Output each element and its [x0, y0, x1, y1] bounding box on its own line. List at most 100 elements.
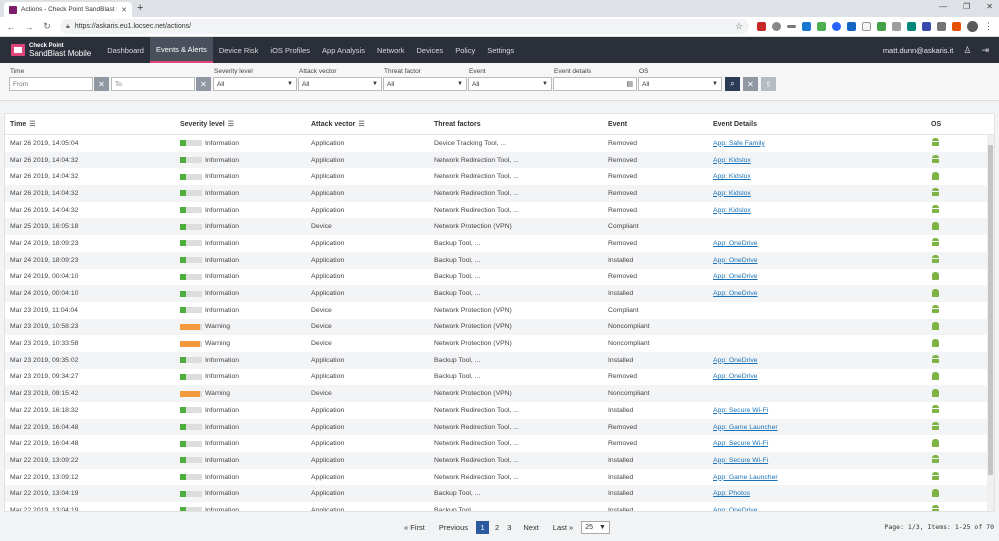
table-row[interactable]: Mar 24 2019, 00:04:10 Information Applicat…: [5, 285, 994, 302]
table-row[interactable]: Mar 26 2019, 14:04:32 Information Applicat…: [5, 168, 994, 186]
event-details-link[interactable]: App: OneDrive: [713, 240, 758, 247]
extension-icon[interactable]: [892, 22, 901, 31]
minimize-icon[interactable]: —: [939, 2, 947, 11]
event-details-link[interactable]: App: OneDrive: [713, 373, 758, 380]
nav-devices[interactable]: Devices: [411, 37, 450, 63]
reload-icon[interactable]: ↻: [42, 21, 52, 32]
nav-ios-profiles[interactable]: iOS Profiles: [264, 37, 316, 63]
last-page-link[interactable]: Last »: [549, 523, 577, 532]
extension-icon[interactable]: [907, 22, 916, 31]
table-row[interactable]: Mar 24 2019, 18:09:23 Information Applicat…: [5, 235, 994, 252]
event-details-link[interactable]: App: OneDrive: [713, 257, 758, 264]
table-row[interactable]: Mar 22 2019, 16:04:48 Information Applicat…: [5, 435, 994, 453]
table-row[interactable]: Mar 23 2019, 09:35:02 Information Applicat…: [5, 351, 994, 369]
nav-app-analysis[interactable]: App Analysis: [316, 37, 371, 63]
user-email[interactable]: matt.dunn@askaris.it: [883, 46, 954, 55]
table-row[interactable]: Mar 22 2019, 16:04:48 Information Applicat…: [5, 418, 994, 436]
sort-icon[interactable]: ☰: [29, 120, 35, 128]
close-window-icon[interactable]: ✕: [986, 2, 993, 11]
sort-icon[interactable]: ☰: [228, 120, 234, 128]
event-details-link[interactable]: App: Secure Wi-Fi: [713, 457, 768, 464]
next-page-link[interactable]: Next: [519, 523, 542, 532]
extension-icon[interactable]: [757, 22, 766, 31]
from-date-input[interactable]: [9, 77, 93, 91]
column-header-severity[interactable]: Severity level ☰: [180, 120, 311, 129]
previous-page-link[interactable]: Previous: [435, 523, 472, 532]
extension-icon[interactable]: [772, 22, 781, 31]
event-details-link[interactable]: App: Safe Family: [713, 140, 765, 147]
browser-tab[interactable]: Actions - Check Point SandBlast M ✕: [4, 2, 132, 17]
extension-icon[interactable]: [817, 22, 826, 31]
nav-events-alerts[interactable]: Events & Alerts: [149, 37, 213, 63]
table-row[interactable]: Mar 23 2019, 10:58:23 Warning Device Networ…: [5, 318, 994, 336]
extension-icon[interactable]: [832, 22, 841, 31]
event-details-link[interactable]: App: Game Launcher: [713, 424, 778, 431]
page-1-link[interactable]: 1: [476, 520, 490, 534]
event-details-link[interactable]: App: Secure Wi-Fi: [713, 440, 768, 447]
os-select[interactable]: All ▼: [638, 77, 722, 91]
brand-logo[interactable]: Check Point SandBlast Mobile: [0, 37, 101, 63]
forward-icon[interactable]: →: [24, 22, 34, 32]
event-details-link[interactable]: App: Secure Wi-Fi: [713, 407, 768, 414]
nav-device-risk[interactable]: Device Risk: [213, 37, 265, 63]
nav-dashboard[interactable]: Dashboard: [101, 37, 150, 63]
table-row[interactable]: Mar 23 2019, 09:15:42 Warning Device Networ…: [5, 385, 994, 402]
table-row[interactable]: Mar 26 2019, 14:05:04 Information Applicat…: [5, 135, 994, 152]
vector-select[interactable]: All ▼: [298, 77, 382, 91]
extension-icon[interactable]: [802, 22, 811, 31]
extension-icon[interactable]: [952, 22, 961, 31]
browser-menu-icon[interactable]: ⋮: [984, 21, 993, 32]
page-size-select[interactable]: 25 ▼: [581, 520, 610, 534]
event-details-link[interactable]: App: Kidslox: [713, 190, 751, 197]
table-row[interactable]: Mar 23 2019, 10:33:58 Warning Device Networ…: [5, 335, 994, 352]
table-scrollbar[interactable]: [987, 135, 994, 511]
nav-policy[interactable]: Policy: [449, 37, 481, 63]
event-details-link[interactable]: App: Photos: [713, 490, 750, 497]
clear-from-button[interactable]: ✕: [94, 77, 109, 91]
table-row[interactable]: Mar 24 2019, 18:09:23 Information Applicat…: [5, 251, 994, 269]
table-row[interactable]: Mar 23 2019, 09:34:27 Information Applicat…: [5, 368, 994, 386]
scrollbar-thumb[interactable]: [988, 145, 993, 475]
new-tab-button[interactable]: +: [137, 2, 143, 15]
first-page-link[interactable]: « First: [400, 523, 429, 532]
details-input[interactable]: ▤: [553, 77, 637, 91]
event-details-link[interactable]: App: OneDrive: [713, 507, 758, 511]
table-row[interactable]: Mar 24 2019, 00:04:10 Information Applicat…: [5, 268, 994, 286]
nav-settings[interactable]: Settings: [481, 37, 520, 63]
sort-icon[interactable]: ☰: [358, 120, 364, 128]
extension-icon[interactable]: [862, 22, 871, 31]
table-row[interactable]: Mar 26 2019, 14:04:32 Information Applicat…: [5, 151, 994, 169]
close-tab-icon[interactable]: ✕: [121, 6, 127, 14]
table-row[interactable]: Mar 22 2019, 13:04:19 Information Applicat…: [5, 485, 994, 503]
table-row[interactable]: Mar 22 2019, 13:09:12 Information Applicat…: [5, 468, 994, 486]
table-row[interactable]: Mar 26 2019, 14:04:32 Information Applicat…: [5, 185, 994, 202]
event-details-link[interactable]: App: Kidslox: [713, 157, 751, 164]
maximize-icon[interactable]: ❐: [963, 2, 970, 11]
export-button[interactable]: ⇪: [761, 77, 776, 91]
event-details-link[interactable]: App: OneDrive: [713, 357, 758, 364]
search-button[interactable]: ⌕: [725, 77, 740, 91]
table-row[interactable]: Mar 23 2019, 11:04:04 Information Device Ne…: [5, 301, 994, 319]
page-3-link[interactable]: 3: [503, 523, 515, 532]
table-row[interactable]: Mar 25 2019, 16:05:18 Information Device Ne…: [5, 218, 994, 236]
clear-to-button[interactable]: ✕: [196, 77, 211, 91]
clear-filters-button[interactable]: ✕: [743, 77, 758, 91]
table-row[interactable]: Mar 26 2019, 14:04:32 Information Applicat…: [5, 201, 994, 219]
logout-icon[interactable]: ⇥: [981, 45, 989, 56]
table-row[interactable]: Mar 22 2019, 13:04:19 Information Applicat…: [5, 502, 994, 511]
extension-icon[interactable]: [877, 22, 886, 31]
address-bar[interactable]: 🔒︎ https://askaris.eu1.locsec.net/action…: [60, 19, 749, 34]
nav-network[interactable]: Network: [371, 37, 411, 63]
event-details-link[interactable]: App: OneDrive: [713, 273, 758, 280]
table-row[interactable]: Mar 22 2019, 16:18:32 Information Applicat…: [5, 402, 994, 419]
event-details-link[interactable]: App: Game Launcher: [713, 474, 778, 481]
extension-icon[interactable]: [937, 22, 946, 31]
event-details-link[interactable]: App: Kidslox: [713, 207, 751, 214]
column-header-time[interactable]: Time ☰: [5, 120, 180, 129]
page-2-link[interactable]: 2: [491, 523, 503, 532]
bookmark-star-icon[interactable]: ☆: [735, 21, 743, 32]
browser-profile-avatar[interactable]: [967, 21, 978, 32]
column-header-vector[interactable]: Attack vector ☰: [311, 120, 434, 129]
table-row[interactable]: Mar 22 2019, 13:09:22 Information Applicat…: [5, 452, 994, 469]
threat-select[interactable]: All ▼: [383, 77, 467, 91]
